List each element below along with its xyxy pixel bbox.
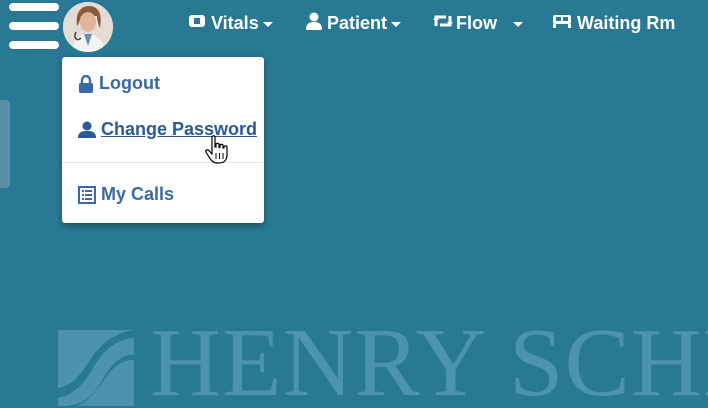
nav-waiting-room-label: Waiting Rm bbox=[577, 12, 676, 33]
retweet-icon bbox=[432, 13, 454, 34]
company-watermark: HENRY SCHE bbox=[0, 318, 708, 408]
user-icon bbox=[78, 121, 96, 139]
avatar-image bbox=[63, 2, 113, 52]
menu-divider bbox=[62, 162, 264, 163]
watermark-text: HENRY SCHE bbox=[150, 318, 708, 408]
user-icon bbox=[306, 12, 322, 35]
bed-icon bbox=[552, 13, 572, 34]
nav-flow-label: Flow bbox=[456, 12, 497, 33]
side-panel-handle[interactable] bbox=[0, 100, 10, 188]
caret-down-icon bbox=[391, 21, 402, 27]
menu-item-my-calls-label: My Calls bbox=[101, 184, 175, 204]
user-avatar[interactable] bbox=[63, 2, 113, 52]
menu-item-my-calls[interactable]: My Calls bbox=[78, 184, 174, 205]
nav-patient[interactable]: Patient bbox=[306, 11, 402, 35]
nav-patient-label: Patient bbox=[327, 12, 388, 33]
user-dropdown-menu: Logout Change Password My Calls bbox=[62, 57, 264, 223]
menu-item-change-password-label: Change Password bbox=[101, 119, 258, 139]
lock-icon bbox=[78, 74, 94, 93]
nav-vitals-label: Vitals bbox=[211, 12, 259, 33]
nav-flow[interactable]: Flow bbox=[432, 11, 523, 35]
nav-vitals[interactable]: Vitals bbox=[188, 11, 273, 35]
nav-waiting-room[interactable]: Waiting Rm bbox=[552, 11, 675, 35]
caret-down-icon bbox=[262, 21, 273, 27]
bandage-icon bbox=[188, 13, 206, 34]
list-icon bbox=[78, 185, 96, 204]
hamburger-menu-button[interactable] bbox=[9, 3, 59, 53]
menu-item-change-password[interactable]: Change Password bbox=[78, 119, 257, 140]
company-logo bbox=[58, 330, 134, 406]
menu-item-logout-label: Logout bbox=[99, 73, 160, 93]
menu-item-logout[interactable]: Logout bbox=[78, 73, 160, 94]
hand-pointer-cursor-icon bbox=[205, 135, 228, 164]
caret-down-icon bbox=[513, 21, 523, 27]
